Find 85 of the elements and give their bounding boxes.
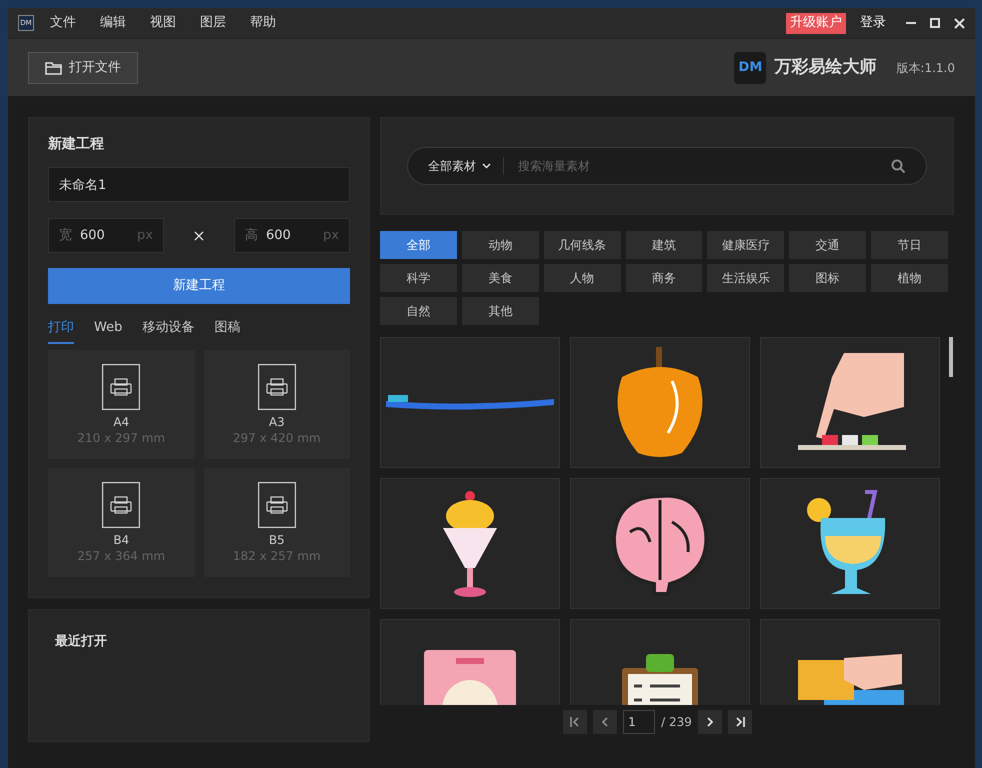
menu-item[interactable]: 文件 bbox=[50, 13, 76, 33]
paper-size-card[interactable]: B5 182 x 257 mm bbox=[204, 468, 350, 576]
paper-size-card[interactable]: B4 257 x 364 mm bbox=[48, 468, 194, 576]
printer-icon bbox=[258, 364, 296, 410]
brand-name: 万彩易绘大师 bbox=[774, 56, 876, 79]
paper-name: B4 bbox=[113, 532, 130, 548]
category-button[interactable]: 节日 bbox=[871, 231, 948, 259]
field-value: 600 bbox=[80, 226, 105, 245]
category-button[interactable]: 健康医疗 bbox=[707, 231, 784, 259]
size-tab[interactable]: 打印 bbox=[48, 318, 74, 344]
category-button[interactable]: 美食 bbox=[462, 264, 539, 292]
page-total: / 239 bbox=[661, 714, 692, 731]
next-page-button[interactable] bbox=[698, 710, 722, 734]
asset-tile[interactable] bbox=[760, 478, 940, 609]
scrollbar[interactable] bbox=[949, 337, 953, 377]
menu-item[interactable]: 帮助 bbox=[250, 13, 276, 33]
open-file-button[interactable]: 打开文件 bbox=[28, 52, 138, 84]
paper-name: B5 bbox=[268, 532, 285, 548]
category-button[interactable]: 全部 bbox=[380, 231, 457, 259]
category-button[interactable]: 交通 bbox=[789, 231, 866, 259]
category-button[interactable]: 图标 bbox=[789, 264, 866, 292]
size-tab[interactable]: Web bbox=[94, 318, 122, 344]
last-page-button[interactable] bbox=[728, 710, 752, 734]
chevron-down-icon bbox=[482, 163, 491, 169]
panel-title: 新建工程 bbox=[48, 134, 105, 154]
search-field[interactable]: 搜索海量素材 bbox=[518, 157, 891, 175]
field-label: 高 bbox=[245, 226, 258, 245]
paper-name: A4 bbox=[113, 414, 130, 430]
asset-tile[interactable] bbox=[760, 337, 940, 468]
height-field[interactable]: 高 600 px bbox=[234, 218, 350, 253]
paper-name: A3 bbox=[268, 414, 285, 430]
menu-item[interactable]: 编辑 bbox=[100, 13, 126, 33]
times-sign: × bbox=[191, 224, 207, 246]
asset-tile[interactable] bbox=[380, 478, 560, 609]
close-icon[interactable] bbox=[954, 18, 965, 28]
paper-size-card[interactable]: A3 297 x 420 mm bbox=[204, 350, 350, 458]
width-field[interactable]: 宽 600 px bbox=[48, 218, 164, 253]
previous-page-button[interactable] bbox=[593, 710, 618, 734]
printer-icon bbox=[102, 482, 140, 528]
version-label: 版本:1.1.0 bbox=[896, 60, 955, 76]
scope-dropdown[interactable]: 全部素材 bbox=[428, 157, 504, 175]
category-button[interactable]: 其他 bbox=[462, 297, 539, 325]
search-bar[interactable]: 全部素材 搜索海量素材 bbox=[407, 147, 927, 185]
category-button[interactable]: 几何线条 bbox=[544, 231, 621, 259]
folder-icon bbox=[45, 60, 63, 74]
panel-title: 最近打开 bbox=[55, 633, 108, 651]
category-button[interactable]: 植物 bbox=[871, 264, 948, 292]
category-button[interactable]: 自然 bbox=[380, 297, 457, 325]
paper-size-card[interactable]: A4 210 x 297 mm bbox=[48, 350, 194, 458]
category-button[interactable]: 动物 bbox=[462, 231, 539, 259]
page-field[interactable]: 1 bbox=[623, 710, 656, 734]
asset-tile[interactable] bbox=[570, 478, 750, 609]
first-page-icon bbox=[570, 717, 580, 727]
asset-tile[interactable] bbox=[380, 337, 560, 468]
size-tab[interactable]: 移动设备 bbox=[142, 318, 194, 344]
menu-item[interactable]: 视图 bbox=[150, 13, 176, 33]
chevron-right-icon bbox=[706, 717, 713, 727]
category-button[interactable]: 科学 bbox=[380, 264, 457, 292]
chevron-left-icon bbox=[602, 717, 608, 727]
category-button[interactable]: 生活娱乐 bbox=[707, 264, 784, 292]
printer-icon bbox=[102, 364, 140, 410]
paper-dimensions: 210 x 297 mm bbox=[77, 430, 166, 446]
search-icon[interactable] bbox=[891, 158, 906, 174]
paper-dimensions: 257 x 364 mm bbox=[77, 548, 166, 564]
unit-label: px bbox=[323, 226, 339, 245]
login-button[interactable]: 登录 bbox=[856, 12, 890, 34]
paper-dimensions: 182 x 257 mm bbox=[232, 548, 321, 564]
unit-label: px bbox=[137, 226, 153, 245]
project-name-field[interactable]: 未命名1 bbox=[48, 167, 350, 202]
size-tab[interactable]: 图稿 bbox=[214, 318, 240, 344]
category-button[interactable]: 建筑 bbox=[626, 231, 702, 259]
first-page-button[interactable] bbox=[563, 710, 588, 734]
asset-tile[interactable] bbox=[570, 337, 750, 468]
printer-icon bbox=[258, 482, 296, 528]
brand-logo: DM bbox=[734, 52, 766, 84]
category-button[interactable]: 商务 bbox=[626, 264, 702, 292]
maximize-icon[interactable] bbox=[930, 18, 940, 28]
last-page-icon bbox=[734, 717, 745, 727]
menu-item[interactable]: 图层 bbox=[200, 13, 226, 33]
upgrade-button[interactable]: 升级账户 bbox=[786, 12, 846, 34]
field-label: 宽 bbox=[59, 226, 72, 245]
paper-dimensions: 297 x 420 mm bbox=[232, 430, 321, 446]
create-project-button[interactable]: 新建工程 bbox=[48, 268, 350, 304]
field-value: 600 bbox=[266, 226, 291, 245]
category-button[interactable]: 人物 bbox=[544, 264, 621, 292]
